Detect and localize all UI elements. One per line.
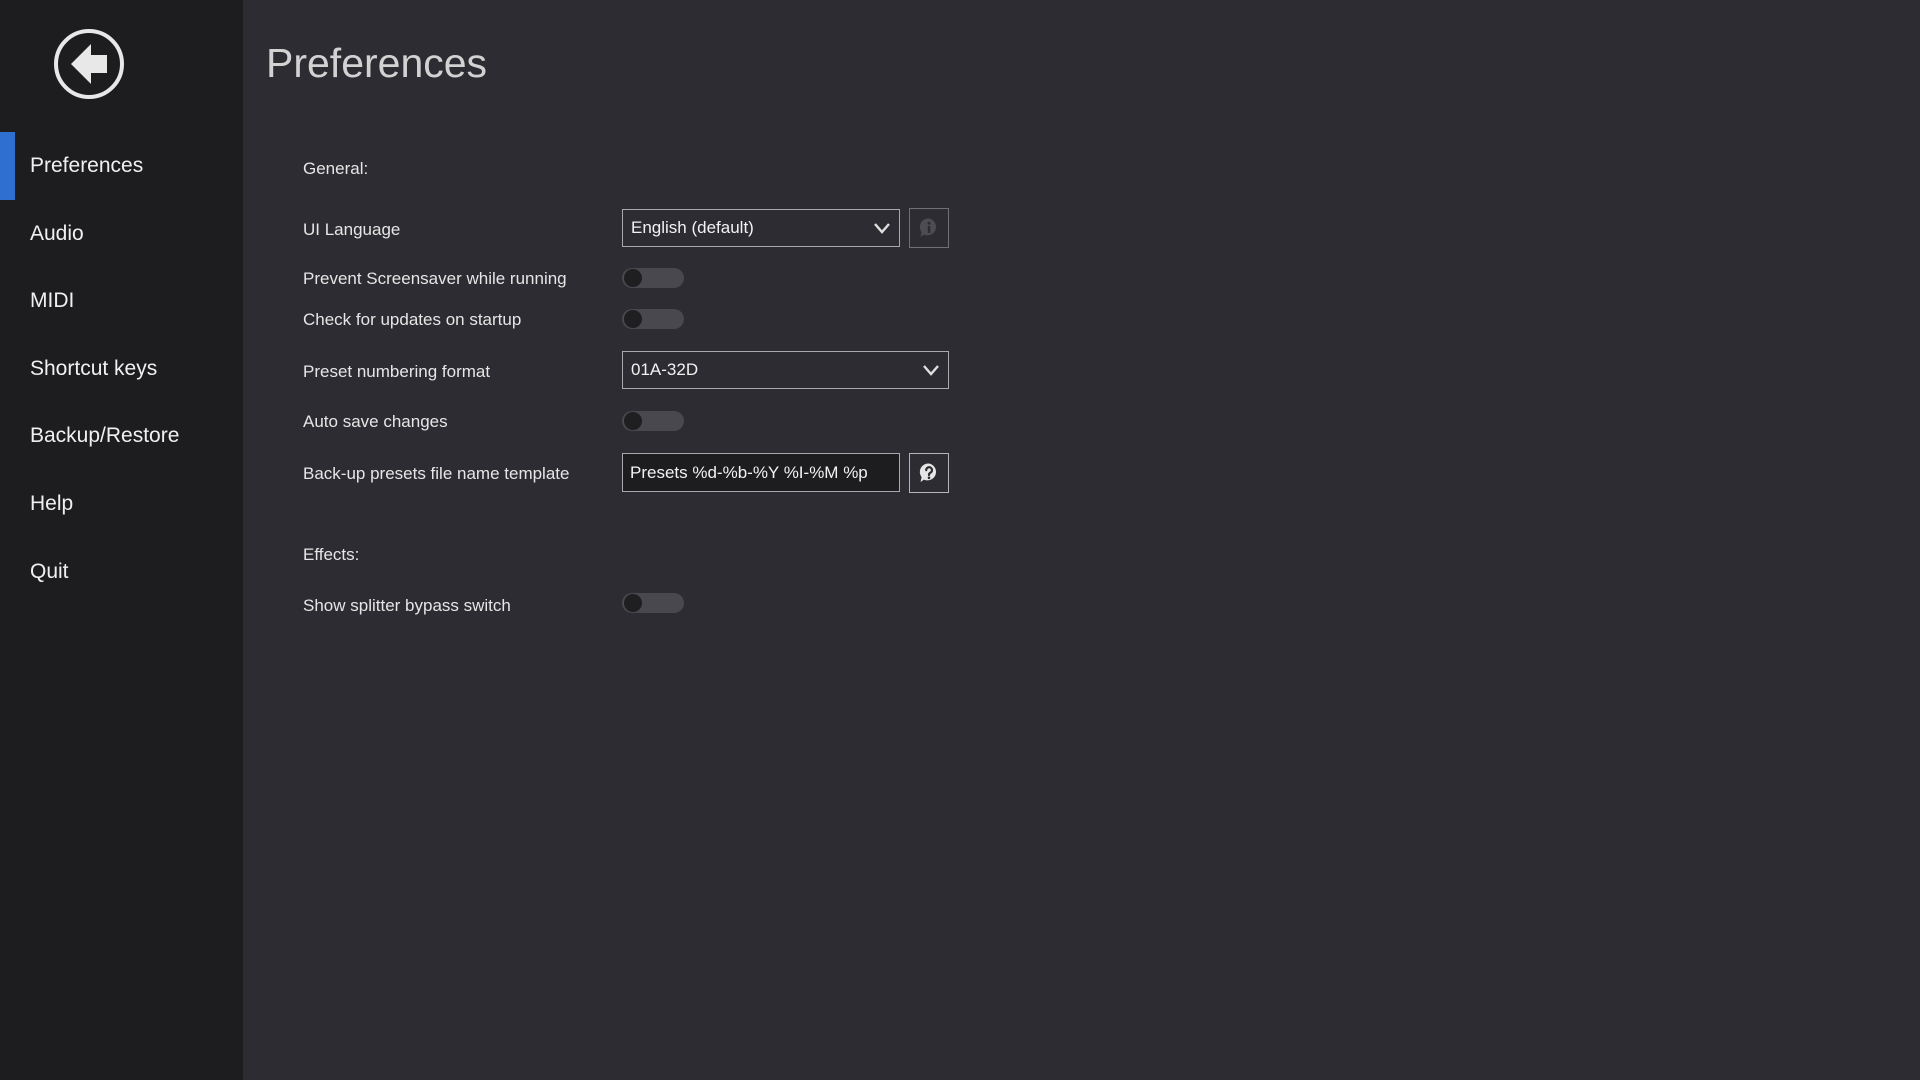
sidebar-item-backup-restore[interactable]: Backup/Restore [0, 402, 243, 470]
auto-save-label: Auto save changes [303, 412, 448, 431]
chevron-down-icon [923, 365, 939, 376]
toggle-knob [624, 269, 642, 287]
splitter-bypass-toggle[interactable] [622, 593, 684, 613]
toggle-knob [624, 412, 642, 430]
sidebar-item-preferences[interactable]: Preferences [0, 132, 243, 200]
check-updates-toggle[interactable] [622, 309, 684, 329]
sidebar-item-shortcut-keys[interactable]: Shortcut keys [0, 335, 243, 403]
toggle-knob [624, 594, 642, 612]
backup-template-input[interactable] [622, 453, 900, 492]
sidebar-item-audio[interactable]: Audio [0, 200, 243, 268]
app-window: Preferences Audio MIDI Shortcut keys Bac… [0, 0, 1920, 1080]
main-panel: Preferences General: UI Language English… [243, 0, 1920, 1080]
auto-save-toggle[interactable] [622, 411, 684, 431]
sidebar-item-quit[interactable]: Quit [0, 538, 243, 606]
sidebar-nav: Preferences Audio MIDI Shortcut keys Bac… [0, 132, 243, 605]
prevent-screensaver-label: Prevent Screensaver while running [303, 269, 567, 288]
backup-template-label: Back-up presets file name template [303, 464, 570, 483]
sidebar-item-help[interactable]: Help [0, 470, 243, 538]
prevent-screensaver-toggle[interactable] [622, 268, 684, 288]
arrow-left-circle-icon [54, 29, 124, 99]
section-label-effects: Effects: [303, 545, 360, 564]
splitter-bypass-label: Show splitter bypass switch [303, 596, 511, 615]
chevron-down-icon [874, 223, 890, 234]
check-updates-label: Check for updates on startup [303, 310, 522, 329]
ui-language-select[interactable]: English (default) [622, 209, 900, 247]
ui-language-value: English (default) [631, 218, 754, 237]
sidebar: Preferences Audio MIDI Shortcut keys Bac… [0, 0, 243, 1080]
toggle-knob [624, 310, 642, 328]
sidebar-item-midi[interactable]: MIDI [0, 267, 243, 335]
page-title: Preferences [266, 40, 488, 86]
section-label-general: General: [303, 159, 369, 178]
info-icon [919, 218, 937, 237]
help-icon [919, 463, 937, 482]
back-button[interactable] [53, 28, 125, 100]
preset-numbering-value: 01A-32D [631, 360, 699, 379]
preset-numbering-select[interactable]: 01A-32D [622, 351, 949, 389]
backup-template-help-button[interactable] [909, 453, 949, 493]
preset-numbering-label: Preset numbering format [303, 362, 491, 381]
ui-language-label: UI Language [303, 220, 401, 239]
ui-language-info-button[interactable] [909, 208, 949, 248]
